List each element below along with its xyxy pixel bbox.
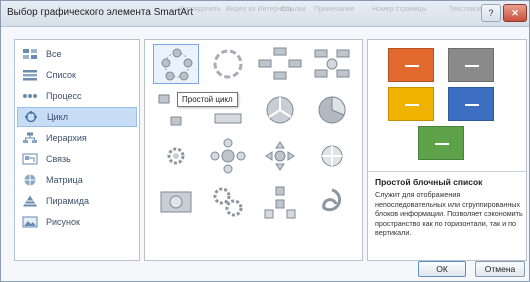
category-item-all[interactable]: Все (17, 44, 137, 64)
background-ribbon-text: Номер страницы (372, 6, 427, 13)
category-item-process[interactable]: Процесс (17, 86, 137, 106)
category-item-cycle[interactable]: Цикл (17, 107, 137, 127)
layout-gallery (144, 39, 363, 261)
cycle-icon (25, 111, 37, 123)
preview-description: Служит для отображения непоследовательны… (375, 190, 523, 237)
layout-thumbnail-multidirectional-cycle[interactable] (309, 136, 355, 176)
all-icon (23, 49, 37, 59)
process-icon (23, 94, 37, 98)
category-item-list[interactable]: Список (17, 65, 137, 85)
layout-thumbnail-radial-cycle[interactable] (205, 136, 251, 176)
layout-thumbnail-basic-cycle[interactable] (153, 44, 199, 84)
category-label: Матрица (46, 175, 83, 185)
category-item-picture[interactable]: Рисунок (17, 212, 137, 232)
category-item-pyramid[interactable]: Пирамида (17, 191, 137, 211)
preview-block-green (418, 126, 464, 160)
preview-title: Простой блочный список (375, 177, 483, 187)
layout-thumbnail-cycle-matrix[interactable] (257, 136, 303, 176)
preview-block-orange (388, 48, 434, 82)
preview-image (368, 40, 526, 170)
preview-pane: Простой блочный список Служит для отобра… (367, 39, 527, 261)
category-label: Список (46, 70, 76, 80)
title-bar: Выбор графического элемента SmartArt Упо… (1, 1, 529, 27)
divider (368, 171, 526, 172)
preview-block-yellow (388, 87, 434, 121)
category-label: Все (46, 49, 62, 59)
pyramid-icon (23, 195, 37, 207)
layout-thumbnail-interconnected-gears[interactable] (205, 182, 251, 222)
category-label: Рисунок (46, 217, 80, 227)
layout-thumbnail-segmented-cycle[interactable] (309, 44, 355, 84)
category-label: Связь (46, 154, 71, 164)
preview-block-blue (448, 87, 494, 121)
layout-thumbnail-diverging-radial[interactable] (153, 182, 199, 222)
window-title: Выбор графического элемента SmartArt (7, 7, 194, 18)
background-ribbon-text: Примечание (314, 6, 355, 13)
list-icon (23, 70, 37, 81)
picture-icon (22, 216, 38, 228)
category-label: Процесс (46, 91, 82, 101)
layout-thumbnail-segmented-pie[interactable] (309, 90, 355, 130)
category-item-hierarchy[interactable]: Иерархия (17, 128, 137, 148)
smartart-dialog: Выбор графического элемента SmartArt Упо… (0, 0, 530, 282)
help-button[interactable]: ? (481, 4, 501, 22)
relationship-icon (22, 153, 38, 165)
category-list: Все Список Процесс Цикл Иерархия Связь М… (14, 39, 140, 261)
background-ribbon-text: Ссылки (281, 6, 306, 13)
category-item-matrix[interactable]: Матрица (17, 170, 137, 190)
matrix-icon (24, 174, 36, 186)
layout-tooltip: Простой цикл (177, 92, 238, 107)
layout-thumbnail-gear-radial[interactable] (153, 136, 199, 176)
category-label: Цикл (47, 112, 68, 122)
layout-thumbnail-pie-cycle[interactable] (257, 90, 303, 130)
category-item-relationship[interactable]: Связь (17, 149, 137, 169)
cancel-button[interactable]: Отмена (475, 261, 525, 277)
layout-thumbnail-radial-venn[interactable] (257, 182, 303, 222)
background-ribbon-text: Упорядочить (179, 6, 221, 13)
category-label: Пирамида (46, 196, 89, 206)
layout-thumbnail-text-cycle[interactable] (205, 44, 251, 84)
layout-thumbnail-block-cycle[interactable] (257, 44, 303, 84)
close-button[interactable]: ✕ (503, 4, 527, 22)
hierarchy-icon (23, 132, 37, 143)
layout-thumbnail-spiral-cycle[interactable] (309, 182, 355, 222)
category-label: Иерархия (46, 133, 87, 143)
ok-button[interactable]: ОК (418, 261, 466, 277)
preview-block-gray (448, 48, 494, 82)
